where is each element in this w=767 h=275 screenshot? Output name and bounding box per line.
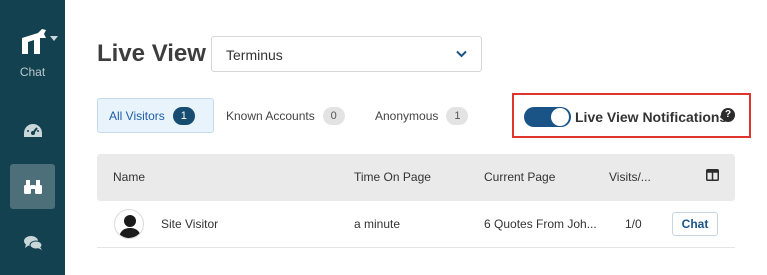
table-row[interactable]: Site Visitor a minute 6 Quotes From Joh.…: [97, 201, 735, 248]
user-silhouette-icon: [119, 215, 141, 238]
page-title: Live View: [97, 40, 206, 67]
visitor-name: Site Visitor: [161, 217, 219, 231]
brand-switcher[interactable]: Chat: [0, 22, 65, 82]
time-on-page: a minute: [354, 217, 401, 231]
visitors-table: Name Time On Page Current Page Visits/..…: [97, 154, 735, 248]
account-select-value: Terminus: [226, 47, 283, 63]
notifications-label: Live View Notifications: [575, 109, 728, 125]
chat-button[interactable]: Chat: [672, 212, 718, 236]
help-icon[interactable]: ?: [721, 108, 735, 122]
dashboard-gauge-icon: [23, 123, 42, 137]
column-header-current-page[interactable]: Current Page: [484, 170, 555, 184]
sidebar-item-live-view[interactable]: [10, 164, 55, 209]
chevron-down-icon: [50, 36, 58, 41]
column-header-time-on-page[interactable]: Time On Page: [354, 170, 431, 184]
column-header-visits[interactable]: Visits/...: [609, 170, 651, 184]
sidebar-item-chat[interactable]: [10, 220, 55, 265]
notifications-toggle[interactable]: [524, 107, 571, 127]
visits-count: 1/0: [625, 217, 642, 231]
chevron-down-icon: [456, 50, 467, 58]
column-settings-icon[interactable]: [706, 169, 719, 181]
tab-label: Anonymous: [375, 108, 439, 123]
chat-bubbles-icon: [23, 235, 42, 250]
tab-known-accounts[interactable]: Known Accounts 0: [226, 98, 345, 133]
tab-count-badge: 0: [322, 106, 345, 125]
toggle-knob: [551, 108, 569, 126]
tab-anonymous[interactable]: Anonymous 1: [375, 98, 469, 133]
tab-all-visitors[interactable]: All Visitors 1: [97, 98, 214, 133]
tab-label: All Visitors: [109, 108, 165, 123]
table-header: Name Time On Page Current Page Visits/..…: [97, 154, 735, 201]
column-header-name[interactable]: Name: [113, 170, 145, 184]
binoculars-icon: [23, 179, 42, 194]
terminus-logo-icon: [22, 29, 46, 54]
brand-label: Chat: [19, 65, 46, 79]
account-select[interactable]: Terminus: [211, 36, 482, 72]
current-page[interactable]: 6 Quotes From Joh...: [484, 217, 597, 231]
live-view-notifications-panel: Live View Notifications ?: [512, 93, 751, 138]
tab-count-badge: 1: [446, 106, 469, 125]
sidebar-item-dashboard[interactable]: [10, 108, 55, 153]
avatar: [114, 209, 144, 239]
tab-count-badge: 1: [172, 106, 195, 125]
sidebar: Chat: [0, 0, 65, 275]
tab-label: Known Accounts: [226, 108, 315, 123]
